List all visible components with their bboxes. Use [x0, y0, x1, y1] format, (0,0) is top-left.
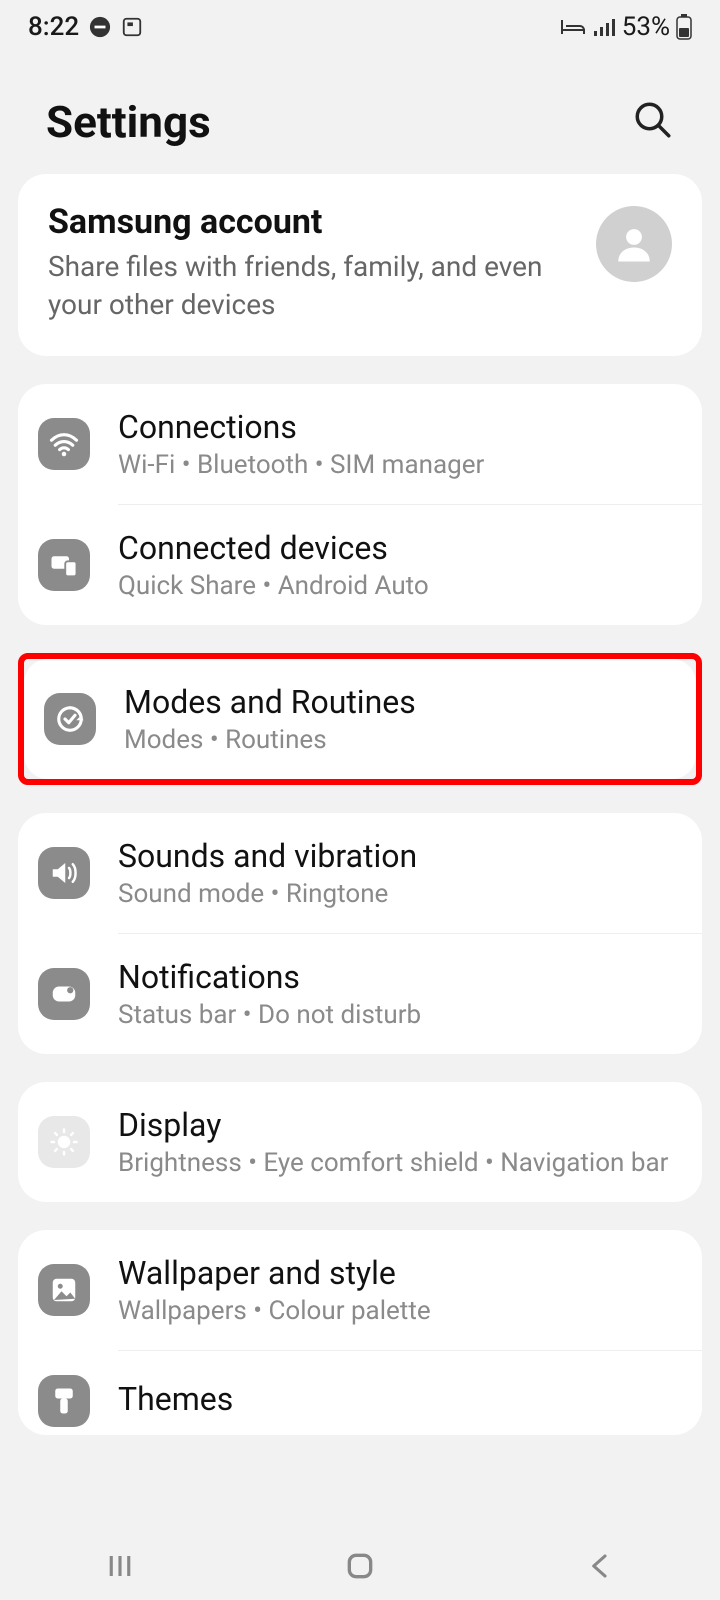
row-sub: Brightness • Eye comfort shield • Naviga… — [118, 1148, 682, 1178]
card-icon — [121, 16, 143, 38]
settings-group-wallpaper: Wallpaper and style Wallpapers • Colour … — [18, 1230, 702, 1435]
person-icon — [613, 223, 655, 265]
row-themes[interactable]: Themes — [18, 1351, 702, 1435]
bed-icon — [560, 16, 586, 38]
sound-icon — [38, 847, 90, 899]
row-title: Display — [118, 1106, 682, 1144]
row-sub: Wi-Fi • Bluetooth • SIM manager — [118, 450, 682, 480]
row-title: Sounds and vibration — [118, 837, 682, 875]
wallpaper-icon — [38, 1264, 90, 1316]
row-sounds-vibration[interactable]: Sounds and vibration Sound mode • Ringto… — [18, 813, 702, 933]
row-notifications[interactable]: Notifications Status bar • Do not distur… — [18, 934, 702, 1054]
devices-icon — [38, 539, 90, 591]
status-bar: 8:22 53% — [0, 0, 720, 54]
settings-group-sounds: Sounds and vibration Sound mode • Ringto… — [18, 813, 702, 1054]
search-icon — [632, 99, 674, 141]
account-desc: Share files with friends, family, and ev… — [48, 248, 574, 324]
account-title: Samsung account — [48, 202, 574, 242]
battery-percent: 53% — [622, 12, 670, 42]
home-button[interactable] — [310, 1550, 410, 1582]
back-button[interactable] — [550, 1551, 650, 1581]
wifi-icon — [38, 418, 90, 470]
settings-header: Settings — [0, 54, 720, 174]
status-left: 8:22 — [28, 12, 143, 42]
recents-button[interactable] — [70, 1551, 170, 1581]
home-icon — [344, 1550, 376, 1582]
themes-icon — [38, 1375, 90, 1427]
settings-group-modes: Modes and Routines Modes • Routines — [24, 659, 696, 779]
samsung-account-card[interactable]: Samsung account Share files with friends… — [18, 174, 702, 356]
notifications-icon — [38, 968, 90, 1020]
page-title: Settings — [46, 96, 211, 148]
search-button[interactable] — [632, 99, 674, 145]
row-wallpaper-style[interactable]: Wallpaper and style Wallpapers • Colour … — [18, 1230, 702, 1350]
row-connections[interactable]: Connections Wi-Fi • Bluetooth • SIM mana… — [18, 384, 702, 504]
settings-group-display: Display Brightness • Eye comfort shield … — [18, 1082, 702, 1202]
row-title: Modes and Routines — [124, 683, 676, 721]
navigation-bar — [0, 1532, 720, 1600]
highlight-annotation: Modes and Routines Modes • Routines — [18, 653, 702, 785]
status-right: 53% — [560, 12, 692, 42]
row-title: Connections — [118, 408, 682, 446]
row-title: Themes — [118, 1380, 682, 1418]
battery-icon — [676, 14, 692, 40]
settings-list[interactable]: Samsung account Share files with friends… — [0, 174, 720, 1435]
row-sub: Quick Share • Android Auto — [118, 571, 682, 601]
row-sub: Wallpapers • Colour palette — [118, 1296, 682, 1326]
recents-icon — [105, 1551, 135, 1581]
row-title: Wallpaper and style — [118, 1254, 682, 1292]
dnd-icon — [89, 16, 111, 38]
row-connected-devices[interactable]: Connected devices Quick Share • Android … — [18, 505, 702, 625]
status-time: 8:22 — [28, 12, 79, 42]
display-icon — [38, 1116, 90, 1168]
row-sub: Status bar • Do not disturb — [118, 1000, 682, 1030]
settings-group-connections: Connections Wi-Fi • Bluetooth • SIM mana… — [18, 384, 702, 625]
avatar[interactable] — [596, 206, 672, 282]
row-modes-routines[interactable]: Modes and Routines Modes • Routines — [24, 659, 696, 779]
signal-icon — [592, 16, 616, 38]
row-sub: Modes • Routines — [124, 725, 676, 755]
row-sub: Sound mode • Ringtone — [118, 879, 682, 909]
back-icon — [585, 1551, 615, 1581]
row-display[interactable]: Display Brightness • Eye comfort shield … — [18, 1082, 702, 1202]
row-title: Connected devices — [118, 529, 682, 567]
row-title: Notifications — [118, 958, 682, 996]
modes-icon — [44, 693, 96, 745]
